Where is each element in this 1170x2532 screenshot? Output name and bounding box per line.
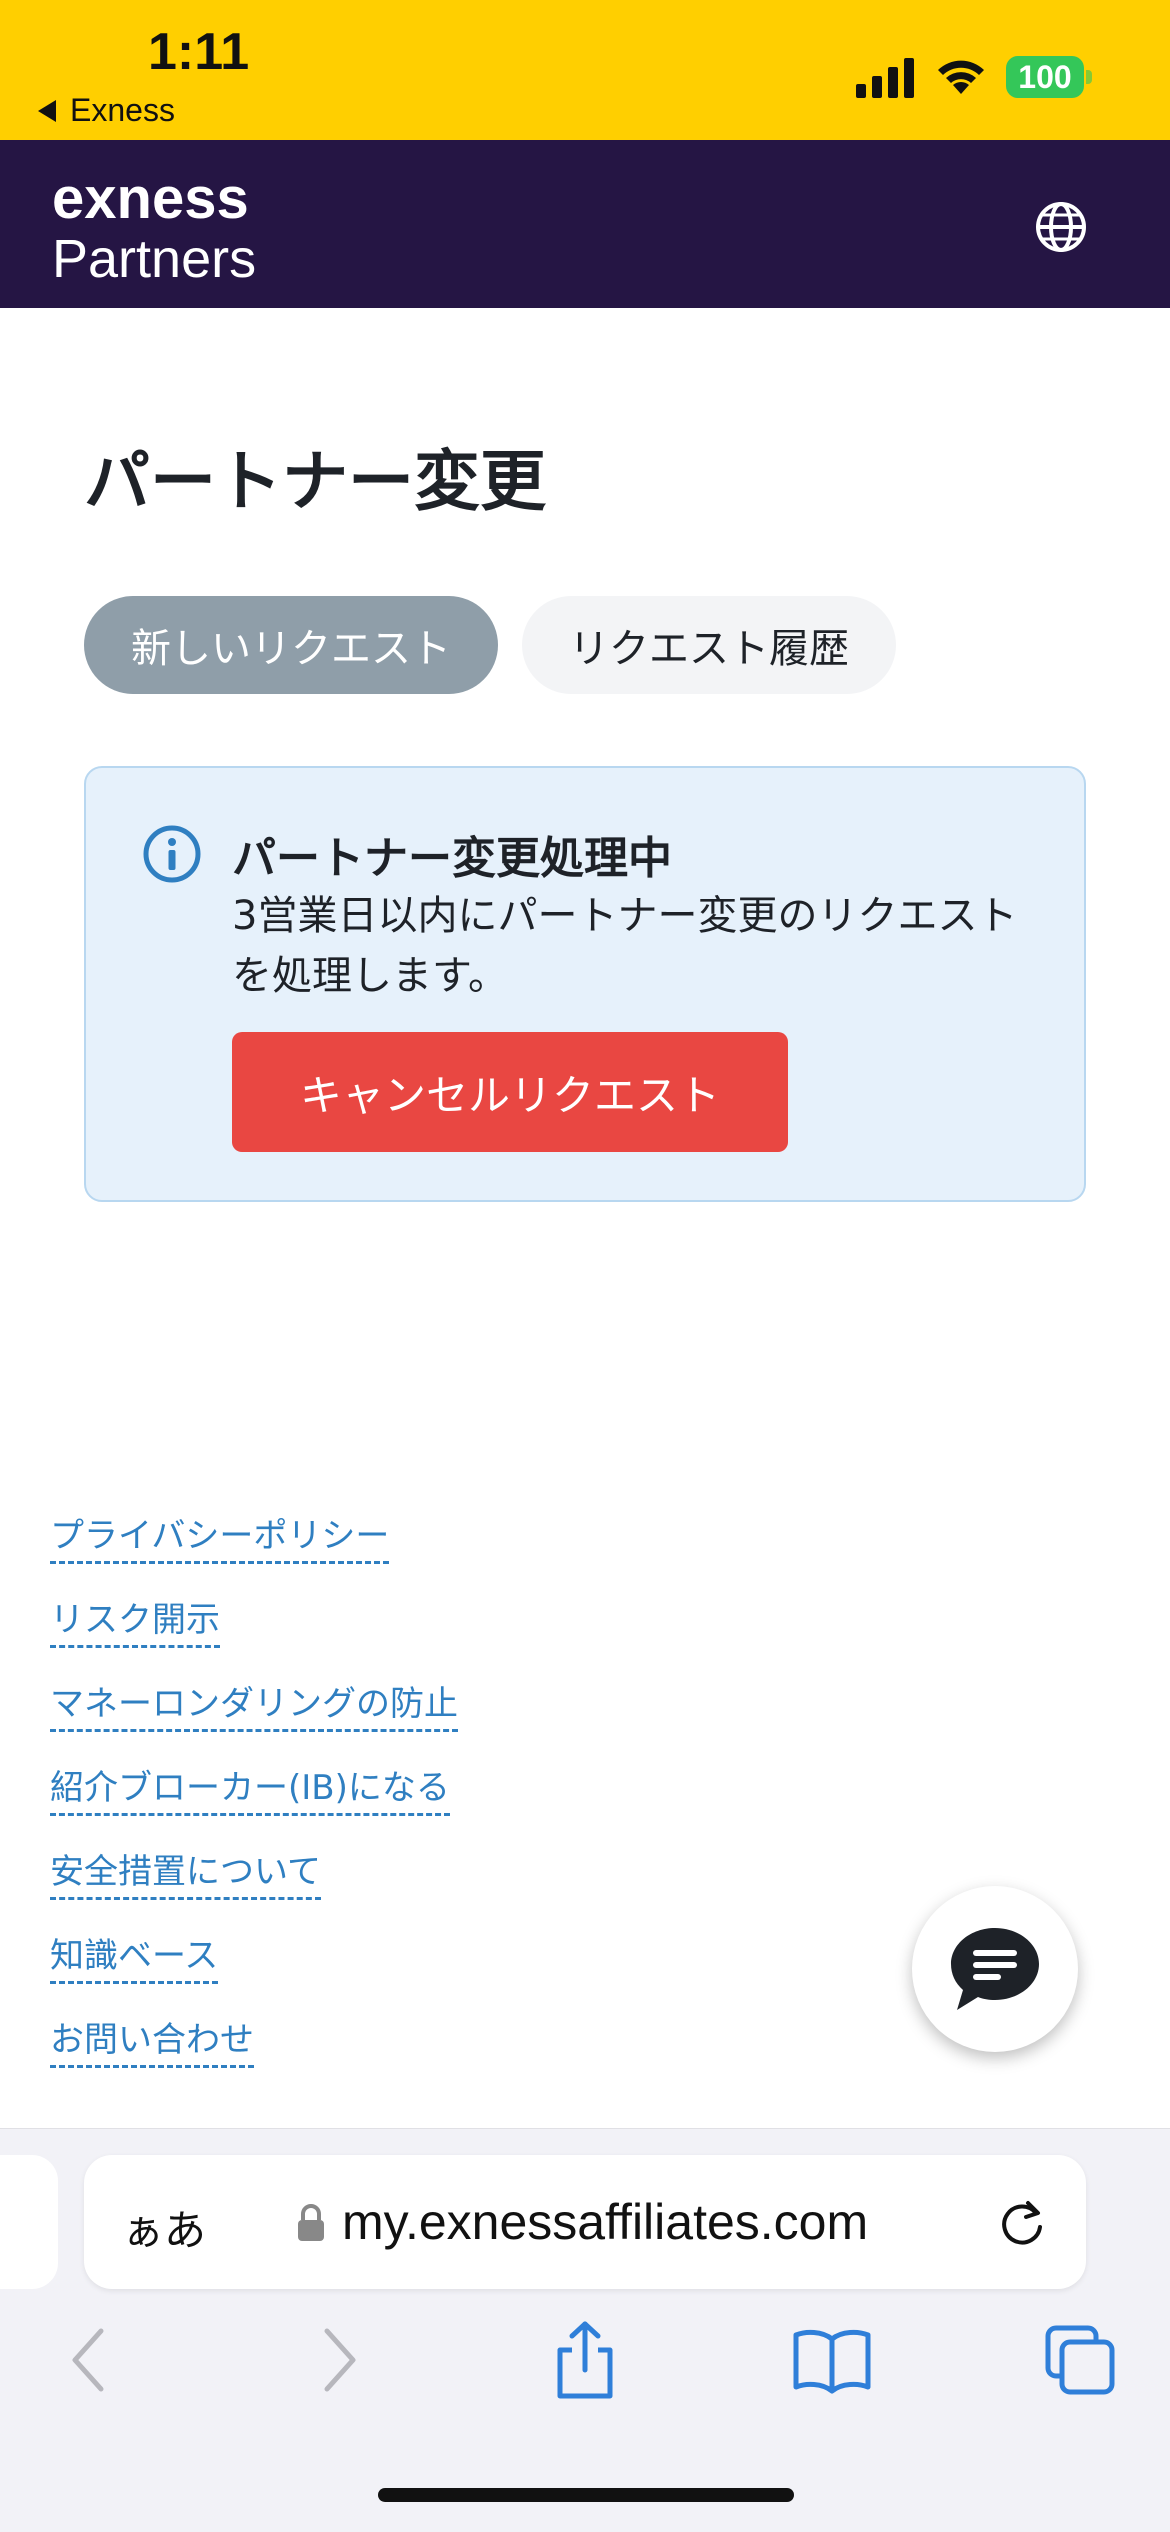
back-app-label: Exness <box>70 92 175 128</box>
security-measures-link[interactable]: 安全措置について <box>50 1844 321 1900</box>
battery-cap <box>1086 70 1092 84</box>
cancel-request-button[interactable]: キャンセルリクエスト <box>232 1032 788 1152</box>
exness-partners-logo[interactable]: exness Partners <box>52 166 257 289</box>
address-bar[interactable]: ぁあ my.exnessaffiliates.com <box>84 2155 1086 2289</box>
chat-bubble-icon <box>951 1928 1039 2010</box>
status-time: 1:11 <box>148 23 250 81</box>
risk-disclosure-link[interactable]: リスク開示 <box>50 1592 220 1648</box>
status-bar: 1:11 Exness 100 <box>0 0 1170 140</box>
page-title: パートナー変更 <box>84 443 546 520</box>
bookmarks-button[interactable] <box>792 2320 872 2400</box>
anti-money-laundering-link[interactable]: マネーロンダリングの防止 <box>50 1676 458 1732</box>
back-triangle-icon <box>38 99 56 122</box>
reload-icon[interactable] <box>992 2193 1052 2253</box>
back-button[interactable] <box>48 2320 128 2400</box>
chat-button[interactable] <box>912 1886 1078 2052</box>
battery-icon: 100 <box>1006 56 1092 98</box>
become-ib-link[interactable]: 紹介ブローカー(IB)になる <box>50 1760 450 1816</box>
info-icon <box>143 825 201 883</box>
lock-icon <box>298 2204 324 2241</box>
notice-title: パートナー変更処理中 <box>232 833 672 884</box>
forward-button[interactable] <box>300 2320 380 2400</box>
share-icon <box>557 2321 613 2399</box>
tab-new-request[interactable]: 新しいリクエスト <box>84 596 498 694</box>
knowledge-base-link[interactable]: 知識ベース <box>50 1928 219 1984</box>
logo-top: exness <box>52 166 249 231</box>
globe-icon[interactable] <box>1034 200 1088 254</box>
tabs-icon <box>1045 2325 1115 2395</box>
processing-notice: パートナー変更処理中 3営業日以内にパートナー変更のリクエストを処理します。 キ… <box>84 766 1086 1202</box>
home-indicator <box>378 2488 794 2502</box>
share-button[interactable] <box>545 2320 625 2400</box>
url-text[interactable]: my.exnessaffiliates.com <box>342 2193 868 2251</box>
app-header: exness Partners <box>0 140 1170 308</box>
notice-text: 3営業日以内にパートナー変更のリクエストを処理します。 <box>232 893 1018 999</box>
chevron-right-icon <box>324 2328 356 2392</box>
tabs-button[interactable] <box>1040 2320 1120 2400</box>
wifi-icon <box>938 60 984 94</box>
book-icon <box>793 2329 871 2394</box>
tab-request-history[interactable]: リクエスト履歴 <box>522 596 896 694</box>
battery-level: 100 <box>1006 56 1084 98</box>
privacy-policy-link[interactable]: プライバシーポリシー <box>50 1508 390 1564</box>
cellular-signal-icon <box>856 58 914 98</box>
back-to-app-link[interactable]: Exness <box>38 92 175 129</box>
chevron-left-icon <box>72 2328 104 2392</box>
page-settings-button[interactable]: ぁあ <box>122 2197 206 2258</box>
previous-tab-preview[interactable] <box>0 2155 58 2289</box>
contact-us-link[interactable]: お問い合わせ <box>50 2012 254 2068</box>
logo-bottom: Partners <box>52 229 257 289</box>
